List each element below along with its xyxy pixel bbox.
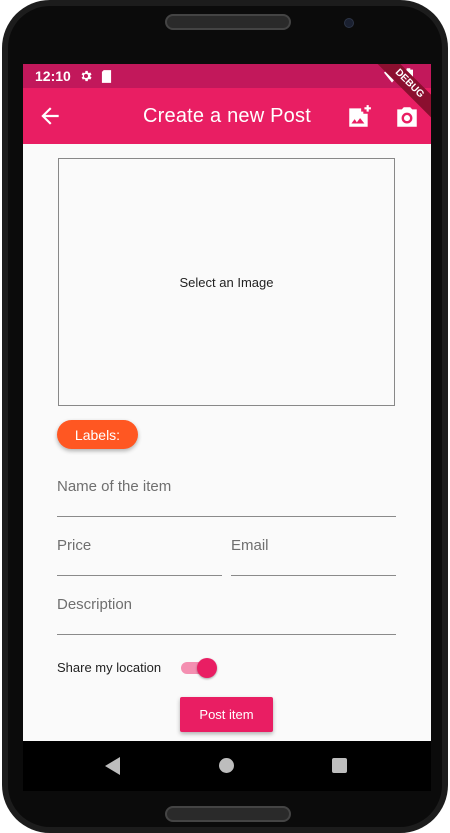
toggle-thumb bbox=[197, 658, 217, 678]
add-photo-icon[interactable] bbox=[346, 104, 372, 130]
share-location-toggle[interactable] bbox=[181, 656, 219, 680]
description-field[interactable]: Description bbox=[57, 596, 396, 635]
image-picker-label: Select an Image bbox=[179, 274, 274, 290]
bottom-speaker bbox=[165, 806, 291, 822]
app-screen: 12:10 Create a new Post DEBUG Select an … bbox=[23, 64, 431, 790]
item-name-placeholder: Name of the item bbox=[57, 478, 172, 495]
price-placeholder: Price bbox=[57, 537, 92, 554]
price-field[interactable]: Price bbox=[57, 537, 222, 576]
share-location-label: Share my location bbox=[57, 660, 162, 675]
status-time: 12:10 bbox=[35, 68, 71, 84]
labels-button[interactable]: Labels: bbox=[57, 420, 138, 449]
nav-back-icon[interactable] bbox=[105, 757, 121, 775]
earpiece-speaker bbox=[165, 14, 291, 30]
sd-card-icon bbox=[101, 69, 111, 83]
email-placeholder: Email bbox=[231, 537, 269, 554]
status-bar: 12:10 bbox=[23, 64, 431, 88]
item-name-field[interactable]: Name of the item bbox=[57, 478, 396, 517]
nav-recents-icon[interactable] bbox=[332, 758, 347, 773]
nav-home-icon[interactable] bbox=[219, 758, 234, 773]
image-picker-box[interactable]: Select an Image bbox=[58, 158, 395, 406]
settings-icon bbox=[81, 70, 92, 82]
app-bar: Create a new Post bbox=[23, 88, 431, 144]
description-placeholder: Description bbox=[57, 596, 133, 613]
camera-icon[interactable] bbox=[394, 104, 420, 130]
front-camera bbox=[344, 18, 354, 28]
email-field[interactable]: Email bbox=[231, 537, 396, 576]
post-item-button[interactable]: Post item bbox=[180, 697, 273, 732]
system-nav-bar bbox=[23, 741, 431, 791]
